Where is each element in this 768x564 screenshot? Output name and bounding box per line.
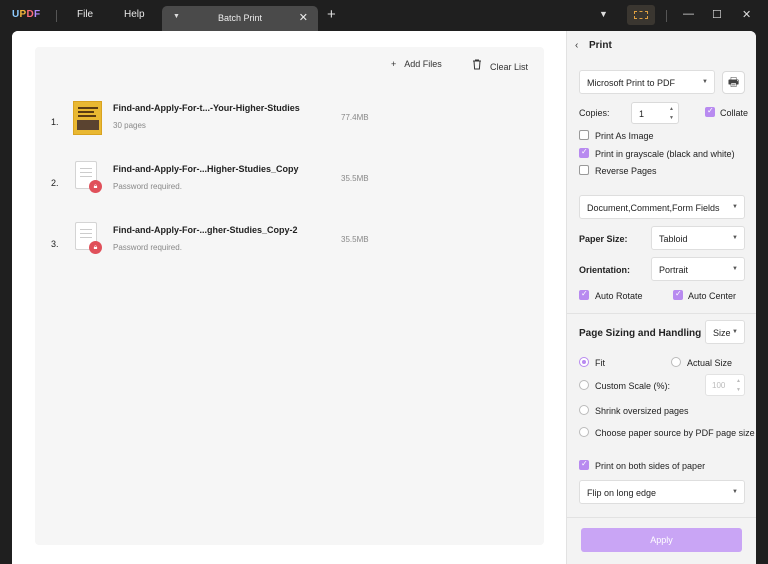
- both-sides-checkbox[interactable]: [579, 459, 589, 470]
- auto-center-label: Auto Center: [688, 291, 737, 301]
- panel-title: Print: [589, 40, 612, 51]
- list-item[interactable]: 2. 🔒︎ Find-and-Apply-For-...Higher-Studi…: [35, 156, 544, 206]
- content-select[interactable]: Document,Comment,Form Fields ▼: [579, 195, 745, 219]
- apply-button[interactable]: Apply: [581, 528, 742, 552]
- plus-icon: +: [391, 59, 397, 69]
- file-index: 1.: [51, 117, 59, 127]
- file-list-area: + Add Files Clear List 1. Find-and-Apply-…: [12, 31, 566, 564]
- batch-print-window: + Add Files Clear List 1. Find-and-Apply-…: [12, 31, 756, 564]
- file-name: Find-and-Apply-For-t...-Your-Higher-Stud…: [113, 103, 300, 113]
- close-window-button[interactable]: ✕: [742, 8, 751, 21]
- flip-select[interactable]: Flip on long edge ▼: [579, 480, 745, 504]
- print-settings-panel: ‹ Print Microsoft Print to PDF ▼ 🖶︎ Copie…: [566, 31, 756, 564]
- increment-icon[interactable]: ▲: [669, 106, 674, 112]
- auto-rotate-label: Auto Rotate: [595, 291, 643, 301]
- file-index: 2.: [51, 178, 59, 188]
- printer-icon: 🖶︎: [727, 75, 740, 89]
- orientation-select[interactable]: Portrait ▼: [651, 257, 745, 281]
- actual-size-label: Actual Size: [687, 358, 733, 368]
- fit-radio[interactable]: [579, 357, 589, 367]
- file-name: Find-and-Apply-For-...Higher-Studies_Cop…: [113, 164, 299, 174]
- paper-source-label: Choose paper source by PDF page size: [595, 428, 755, 438]
- add-files-button[interactable]: + Add Files: [391, 59, 442, 69]
- auto-rotate-checkbox[interactable]: [579, 289, 589, 300]
- fit-label: Fit: [595, 358, 605, 368]
- menu-file[interactable]: File: [77, 9, 93, 20]
- decrement-icon[interactable]: ▼: [736, 387, 741, 393]
- new-tab-button[interactable]: +: [327, 6, 336, 23]
- file-name: Find-and-Apply-For-...gher-Studies_Copy-…: [113, 225, 298, 235]
- chevron-down-icon: ▼: [732, 489, 738, 495]
- file-index: 3.: [51, 239, 59, 249]
- back-icon[interactable]: ‹: [575, 40, 578, 51]
- custom-scale-label: Custom Scale (%):: [595, 381, 671, 391]
- menu-help[interactable]: Help: [124, 9, 145, 20]
- grayscale-checkbox[interactable]: [579, 147, 589, 158]
- both-sides-label: Print on both sides of paper: [595, 461, 706, 471]
- chevron-down-icon: ▼: [732, 329, 738, 335]
- printer-properties-button[interactable]: 🖶︎: [722, 71, 745, 94]
- increment-icon[interactable]: ▲: [736, 378, 741, 384]
- file-pages: 30 pages: [113, 121, 146, 130]
- promo-icon[interactable]: [627, 5, 655, 25]
- shrink-label: Shrink oversized pages: [595, 406, 689, 416]
- custom-scale-input[interactable]: 100 ▲ ▼: [705, 374, 745, 396]
- decrement-icon[interactable]: ▼: [669, 115, 674, 121]
- file-size: 35.5MB: [341, 174, 369, 183]
- divider: [567, 517, 756, 518]
- reverse-pages-checkbox[interactable]: [579, 165, 589, 175]
- pdf-file-icon: 🔒︎: [75, 222, 102, 254]
- chevron-down-icon: ▼: [702, 79, 708, 85]
- chevron-down-icon: ▼: [732, 204, 738, 210]
- file-status: Password required.: [113, 243, 182, 252]
- list-item[interactable]: 3. 🔒︎ Find-and-Apply-For-...gher-Studies…: [35, 217, 544, 267]
- paper-size-select[interactable]: Tabloid ▼: [651, 226, 745, 250]
- lock-icon: 🔒︎: [89, 241, 102, 254]
- paper-source-radio[interactable]: [579, 427, 589, 437]
- file-size: 77.4MB: [341, 113, 369, 122]
- file-status: Password required.: [113, 182, 182, 191]
- tab-title: Batch Print: [218, 13, 263, 23]
- auto-center-checkbox[interactable]: [673, 289, 683, 300]
- file-thumbnail: [73, 101, 102, 135]
- paper-size-label: Paper Size:: [579, 234, 628, 244]
- chevron-down-icon: ▼: [732, 235, 738, 241]
- file-list: + Add Files Clear List 1. Find-and-Apply-…: [35, 47, 544, 545]
- sizing-mode-select[interactable]: Size ▼: [705, 320, 745, 344]
- collate-label: Collate: [720, 108, 749, 118]
- orientation-label: Orientation:: [579, 265, 630, 275]
- reverse-pages-label: Reverse Pages: [595, 166, 657, 176]
- copies-stepper[interactable]: 1 ▲ ▼: [631, 102, 679, 124]
- collate-checkbox[interactable]: [705, 106, 715, 117]
- title-divider: [56, 10, 57, 22]
- file-size: 35.5MB: [341, 235, 369, 244]
- printer-select[interactable]: Microsoft Print to PDF ▼: [579, 70, 715, 94]
- trash-icon: [472, 59, 482, 72]
- actual-size-radio[interactable]: [671, 357, 681, 367]
- custom-scale-radio[interactable]: [579, 380, 589, 390]
- clear-list-button[interactable]: Clear List: [472, 59, 528, 72]
- list-item[interactable]: 1. Find-and-Apply-For-t...-Your-Higher-S…: [35, 95, 544, 145]
- title-bar: UPDF File Help ▼ Batch Print ✕ + ▼ — ☐ ✕: [0, 0, 768, 31]
- tab-dropdown-icon[interactable]: ▼: [173, 13, 180, 20]
- copies-label: Copies:: [579, 108, 610, 118]
- chevron-down-icon: ▼: [732, 266, 738, 272]
- tab-close-icon[interactable]: ✕: [299, 11, 308, 24]
- shrink-radio[interactable]: [579, 405, 589, 415]
- lock-icon: 🔒︎: [89, 180, 102, 193]
- title-divider: [666, 10, 667, 22]
- sizing-title: Page Sizing and Handling: [579, 328, 702, 339]
- grayscale-label: Print in grayscale (black and white): [595, 149, 735, 159]
- maximize-button[interactable]: ☐: [712, 8, 722, 21]
- pdf-file-icon: 🔒︎: [75, 161, 102, 193]
- tab-batch-print[interactable]: ▼ Batch Print ✕: [162, 6, 318, 31]
- updf-logo[interactable]: UPDF: [12, 9, 40, 20]
- print-as-image-checkbox[interactable]: [579, 130, 589, 140]
- print-as-image-label: Print As Image: [595, 131, 654, 141]
- minimize-button[interactable]: —: [683, 8, 694, 20]
- divider: [567, 313, 756, 314]
- chevron-down-icon[interactable]: ▼: [599, 9, 608, 19]
